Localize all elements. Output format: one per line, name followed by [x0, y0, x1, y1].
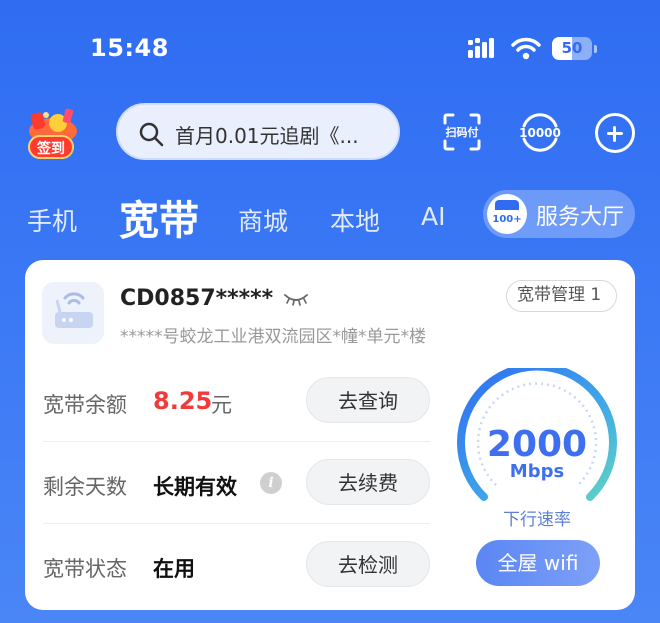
battery-level: 50 [561, 39, 583, 57]
detect-button[interactable]: 去检测 [306, 541, 430, 587]
tab-broadband[interactable]: 宽带 [119, 188, 199, 246]
service-hall-icon: 100+ [487, 194, 527, 234]
status-label: 宽带状态 [43, 557, 127, 581]
speed-unit: Mbps [509, 461, 565, 482]
balance-value: 8.25 [153, 387, 213, 415]
service-hall-badge: 100+ [492, 214, 522, 225]
search-icon [139, 122, 164, 147]
search-bar[interactable]: 首月0.01元追剧《... [116, 103, 400, 160]
search-placeholder: 首月0.01元追剧《... [175, 124, 359, 148]
balance-label: 宽带余额 [43, 393, 127, 417]
status-bar: 15:48 50 [0, 0, 660, 95]
broadband-address: *****号蛟龙工业港双流园区*幢*单元*楼 [120, 327, 426, 347]
signin-button[interactable]: 签到 [22, 105, 84, 163]
status-time: 15:48 [90, 34, 169, 62]
renew-button[interactable]: 去续费 [306, 459, 430, 505]
speed-value: 2000 [486, 424, 588, 465]
query-balance-button[interactable]: 去查询 [306, 377, 430, 423]
router-icon [42, 282, 104, 344]
tab-mall[interactable]: 商城 [238, 202, 288, 238]
hotline-number: 10000 [519, 126, 561, 140]
signin-label: 签到 [28, 135, 74, 159]
service-hotline-button[interactable]: 10000 [519, 112, 561, 152]
hidden-eye-icon[interactable] [283, 292, 309, 306]
service-hall-button[interactable]: 100+ 服务大厅 [483, 190, 635, 238]
info-icon[interactable]: i [260, 472, 282, 494]
scan-pay-label: 扫码付 [445, 126, 479, 139]
tab-phone[interactable]: 手机 [27, 202, 77, 238]
status-row: 宽带状态 在用 去检测 [43, 524, 430, 606]
speed-label: 下行速率 [503, 510, 571, 530]
service-hall-label: 服务大厅 [536, 205, 625, 230]
remaining-days-value: 长期有效 [153, 475, 237, 499]
broadband-card: CD0857***** 宽带管理 1 *****号蛟龙工业港双流园区*幢*单元*… [25, 260, 635, 610]
broadband-account: CD0857***** [120, 286, 274, 311]
balance-row: 宽带余额 8.25 元 去查询 [43, 360, 430, 442]
battery-icon: 50 [552, 37, 598, 60]
hotline-10000-icon: 10000 [519, 113, 561, 152]
cellular-signal-icon [468, 38, 494, 58]
remaining-days-row: 剩余天数 长期有效 i 去续费 [43, 442, 430, 524]
tab-ai[interactable]: AI [421, 202, 445, 231]
remaining-days-label: 剩余天数 [43, 475, 127, 499]
broadband-manage-button[interactable]: 宽带管理 1 [506, 280, 617, 312]
whole-home-wifi-button[interactable]: 全屋 wifi [476, 540, 600, 586]
scan-pay-button[interactable]: 扫码付 [442, 112, 482, 152]
wifi-icon [511, 37, 541, 60]
add-button[interactable] [595, 113, 635, 153]
tab-local[interactable]: 本地 [330, 202, 380, 238]
status-value: 在用 [153, 557, 195, 581]
balance-unit: 元 [211, 393, 232, 417]
